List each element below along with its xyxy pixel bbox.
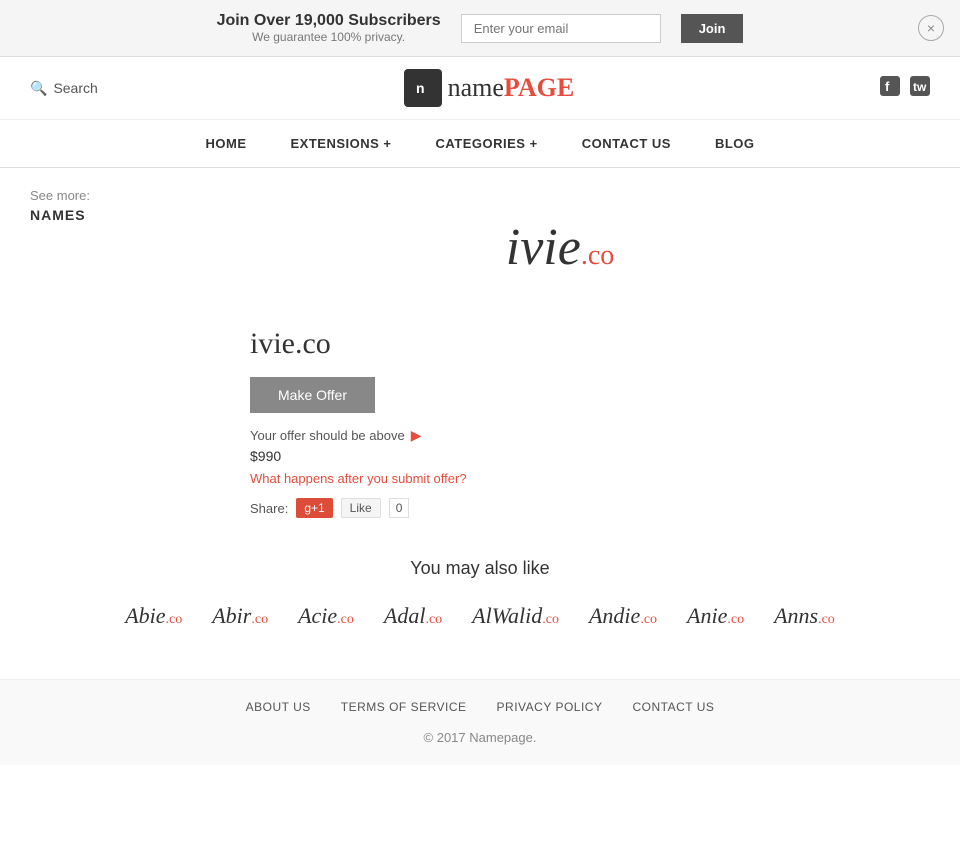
footer-links: ABOUT US TERMS OF SERVICE PRIVACY POLICY CO…	[20, 700, 940, 714]
banner-title: Join Over 19,000 Subscribers	[217, 12, 441, 30]
also-like-item[interactable]: AlWalid.co	[472, 603, 559, 629]
search-icon: 🔍	[30, 80, 47, 97]
nav-contact[interactable]: CONTACT US	[560, 120, 693, 167]
domain-title: ivie.co	[250, 327, 467, 361]
also-like-item[interactable]: Adal.co	[384, 603, 442, 629]
also-like-title: You may also like	[30, 558, 930, 579]
domain-ext-display: .co	[581, 240, 614, 271]
facebook-link[interactable]: f	[880, 76, 900, 101]
also-like-item[interactable]: Anns.co	[774, 603, 835, 629]
names-category-link[interactable]: NAMES	[30, 207, 86, 223]
nav-home[interactable]: HOME	[183, 120, 268, 167]
see-more-label: See more:	[30, 188, 190, 203]
logo-icon: n	[404, 69, 442, 107]
footer: ABOUT US TERMS OF SERVICE PRIVACY POLICY CO…	[0, 679, 960, 765]
footer-link[interactable]: CONTACT US	[632, 700, 714, 714]
svg-text:f: f	[885, 79, 890, 94]
footer-link[interactable]: TERMS OF SERVICE	[341, 700, 467, 714]
offer-arrow-icon: ▶	[411, 427, 422, 444]
social-links: f tw	[880, 76, 930, 101]
nav-extensions[interactable]: EXTENSIONS +	[268, 120, 413, 167]
also-like-item[interactable]: Anie.co	[687, 603, 744, 629]
domain-name-display: ivie	[506, 219, 581, 276]
logo[interactable]: n namePAGE	[404, 69, 575, 107]
also-like-item[interactable]: Acie.co	[298, 603, 354, 629]
facebook-like-button[interactable]: Like	[341, 498, 381, 518]
domain-info: ivie.co Make Offer Your offer should be …	[250, 327, 467, 518]
make-offer-button[interactable]: Make Offer	[250, 377, 375, 413]
domain-logo-display: ivie.co	[190, 188, 930, 307]
banner-text: Join Over 19,000 Subscribers We guarante…	[217, 12, 441, 44]
footer-copyright: © 2017 Namepage.	[20, 730, 940, 745]
also-like-item[interactable]: Abie.co	[125, 603, 182, 629]
close-banner-button[interactable]: ×	[918, 15, 944, 41]
join-button[interactable]: Join	[681, 14, 744, 43]
footer-link[interactable]: PRIVACY POLICY	[497, 700, 603, 714]
header: 🔍 Search n namePAGE f tw	[0, 57, 960, 120]
svg-text:n: n	[416, 80, 425, 96]
nav-blog[interactable]: BLOG	[693, 120, 777, 167]
google-plus-button[interactable]: g+1	[296, 498, 332, 518]
offer-faq-link[interactable]: What happens after you submit offer?	[250, 471, 467, 486]
also-like-section: You may also like Abie.coAbir.coAcie.coA…	[0, 538, 960, 679]
offer-above-text: Your offer should be above	[250, 428, 405, 443]
search-label: Search	[53, 80, 97, 96]
sidebar: See more: NAMES	[30, 188, 190, 538]
offer-price: $990	[250, 448, 467, 464]
share-row: Share: g+1 Like 0	[250, 498, 467, 518]
banner-subtitle: We guarantee 100% privacy.	[217, 30, 441, 44]
email-input[interactable]	[461, 14, 661, 43]
fb-like-label: Like	[350, 501, 372, 515]
svg-text:tw: tw	[913, 80, 927, 94]
twitter-link[interactable]: tw	[910, 76, 930, 101]
logo-text: namePAGE	[448, 73, 575, 103]
nav-categories[interactable]: CATEGORIES +	[413, 120, 559, 167]
share-label: Share:	[250, 501, 288, 516]
also-like-item[interactable]: Andie.co	[589, 603, 657, 629]
search-trigger[interactable]: 🔍 Search	[30, 80, 98, 97]
fb-count: 0	[389, 498, 410, 518]
offer-info: Your offer should be above ▶	[250, 427, 467, 444]
top-banner: Join Over 19,000 Subscribers We guarante…	[0, 0, 960, 57]
main-nav: HOME EXTENSIONS + CATEGORIES + CONTACT U…	[0, 120, 960, 168]
also-like-grid: Abie.co Abir.co Acie.co Adal.co AlWalid.co An…	[30, 603, 930, 629]
footer-link[interactable]: ABOUT US	[246, 700, 311, 714]
also-like-item[interactable]: Abir.co	[212, 603, 268, 629]
